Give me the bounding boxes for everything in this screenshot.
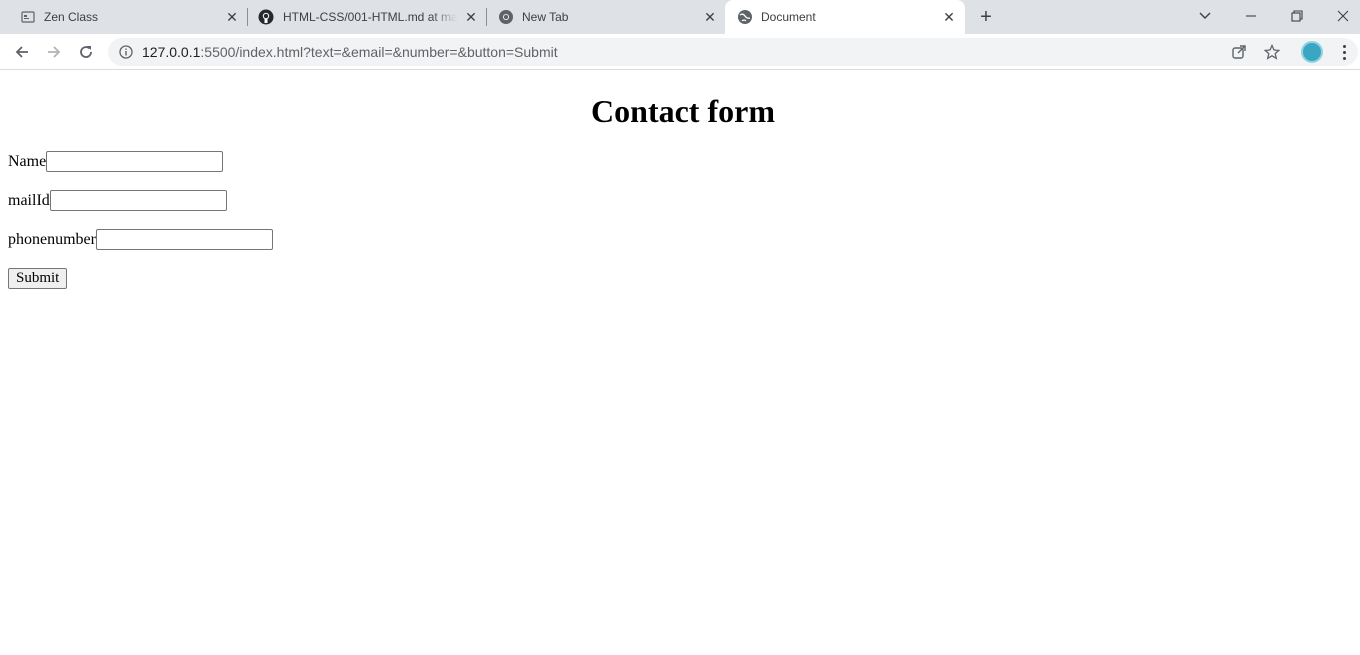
bookmark-star-icon[interactable] xyxy=(1263,43,1281,61)
name-input[interactable] xyxy=(46,151,224,172)
phone-label: phonenumber xyxy=(8,230,96,248)
email-label: mailId xyxy=(8,191,50,209)
more-menu-icon[interactable] xyxy=(1336,42,1352,62)
address-bar[interactable]: 127.0.0.1:5500/index.html?text=&email=&n… xyxy=(108,38,1358,66)
tab-title: HTML-CSS/001-HTML.md at mas xyxy=(283,10,457,24)
document-icon xyxy=(20,9,36,25)
close-icon[interactable]: ✕ xyxy=(941,9,957,25)
restore-icon[interactable] xyxy=(1287,6,1307,26)
url-host: 127.0.0.1 xyxy=(142,44,201,60)
tab-zen-class[interactable]: Zen Class ✕ xyxy=(0,0,246,34)
phone-row: phonenumber xyxy=(8,229,273,250)
tab-title: New Tab xyxy=(522,10,569,24)
tab-github[interactable]: HTML-CSS/001-HTML.md at mas ✕ xyxy=(248,0,486,34)
globe-icon xyxy=(737,9,753,25)
close-icon[interactable]: ✕ xyxy=(224,9,240,25)
new-tab-button[interactable]: + xyxy=(976,7,996,27)
name-label: Name xyxy=(8,152,47,170)
back-arrow-icon[interactable] xyxy=(12,42,32,62)
github-icon xyxy=(258,9,274,25)
email-row: mailId xyxy=(8,190,227,211)
name-row: Name xyxy=(8,151,224,172)
tab-search-chevron-icon[interactable] xyxy=(1195,6,1215,26)
url-text: 127.0.0.1:5500/index.html?text=&email=&n… xyxy=(142,45,558,60)
page-content: Contact form Name mailId phonenumber Sub… xyxy=(0,71,1360,655)
tab-title: Document xyxy=(761,10,816,24)
profile-avatar[interactable] xyxy=(1301,41,1323,63)
share-icon[interactable] xyxy=(1230,43,1248,61)
tab-strip: Zen Class ✕ HTML-CSS/001-HTML.md at mas … xyxy=(0,0,1360,34)
tab-document[interactable]: Document ✕ xyxy=(725,0,965,34)
email-input[interactable] xyxy=(49,190,227,211)
close-icon[interactable]: ✕ xyxy=(702,9,718,25)
close-icon[interactable]: ✕ xyxy=(463,9,479,25)
minimize-icon[interactable] xyxy=(1241,6,1261,26)
reload-icon[interactable] xyxy=(76,42,96,62)
page-title: Contact form xyxy=(591,93,775,129)
phone-input[interactable] xyxy=(95,229,273,250)
info-icon[interactable] xyxy=(118,44,134,60)
url-path: :5500/index.html?text=&email=&number=&bu… xyxy=(200,44,558,60)
submit-button[interactable]: Submit xyxy=(8,268,68,289)
tab-title: Zen Class xyxy=(44,10,99,24)
close-window-icon[interactable] xyxy=(1333,6,1353,26)
browser-toolbar: 127.0.0.1:5500/index.html?text=&email=&n… xyxy=(0,34,1360,70)
tab-new-tab[interactable]: New Tab ✕ xyxy=(487,0,723,34)
forward-arrow-icon[interactable] xyxy=(44,42,64,62)
chrome-icon xyxy=(498,9,514,25)
